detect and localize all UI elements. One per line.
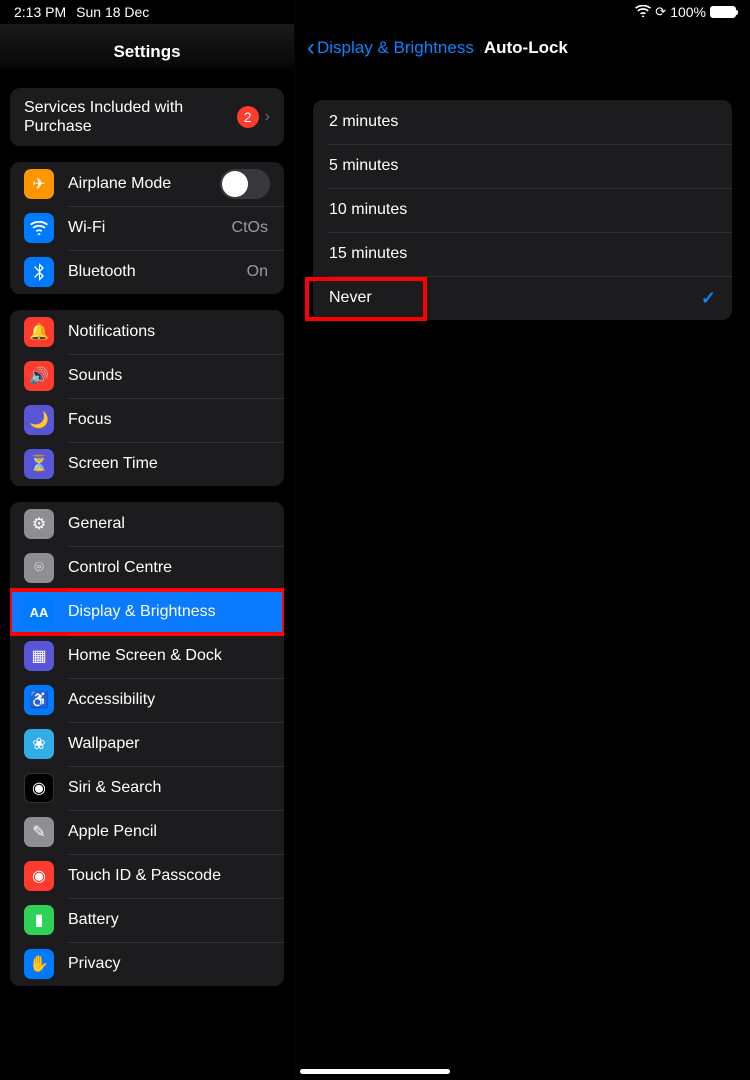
wifi-row[interactable]: Wi-Fi CtOs [10,206,284,250]
wifi-setting-icon [24,213,54,243]
back-label: Display & Brightness [317,38,474,58]
sidebar: Settings Services Included with Purchase… [0,0,295,1080]
option-5-minutes[interactable]: 5 minutes [313,144,732,188]
accessibility-row[interactable]: ♿ Accessibility [10,678,284,722]
pencil-label: Apple Pencil [68,823,270,841]
hourglass-icon: ⏳ [24,449,54,479]
battery-percent: 100% [670,4,706,20]
home-indicator[interactable] [300,1069,450,1074]
services-label: Services Included with Purchase [24,88,237,146]
sounds-row[interactable]: 🔊 Sounds [10,354,284,398]
back-button[interactable]: ‹ Display & Brightness [307,38,474,58]
wifi-value: CtOs [232,219,268,237]
bell-icon: 🔔 [24,317,54,347]
focus-label: Focus [68,411,270,429]
bluetooth-value: On [247,263,268,281]
grid-icon: ▦ [24,641,54,671]
siri-label: Siri & Search [68,779,270,797]
privacy-label: Privacy [68,955,270,973]
touch-id-row[interactable]: ◉ Touch ID & Passcode [10,854,284,898]
option-2-minutes[interactable]: 2 minutes [313,100,732,144]
bluetooth-row[interactable]: Bluetooth On [10,250,284,294]
airplane-icon: ✈ [24,169,54,199]
sounds-label: Sounds [68,367,270,385]
airplane-toggle[interactable] [220,169,270,199]
text-size-icon: AA [24,597,54,627]
bluetooth-icon [24,257,54,287]
screen-time-row[interactable]: ⏳ Screen Time [10,442,284,486]
apple-pencil-row[interactable]: ✎ Apple Pencil [10,810,284,854]
screen-time-label: Screen Time [68,455,270,473]
services-included-row[interactable]: Services Included with Purchase 2 › [10,88,284,146]
control-centre-label: Control Centre [68,559,270,577]
group-connectivity: ✈ Airplane Mode Wi-Fi CtOs Bluetooth On [10,162,284,294]
detail-header: ‹ Display & Brightness Auto-Lock [295,24,750,72]
detail-title: Auto-Lock [484,38,568,58]
option-never[interactable]: Never ✓ [313,276,732,320]
hand-icon: ✋ [24,949,54,979]
wallpaper-label: Wallpaper [68,735,270,753]
option-15-minutes[interactable]: 15 minutes [313,232,732,276]
notifications-row[interactable]: 🔔 Notifications [10,310,284,354]
option-label: 15 minutes [329,245,407,263]
battery-label: Battery [68,911,270,929]
fingerprint-icon: ◉ [24,861,54,891]
general-row[interactable]: ⚙ General [10,502,284,546]
sidebar-title: Settings [0,24,294,72]
control-centre-row[interactable]: ⌾ Control Centre [10,546,284,590]
option-label: 2 minutes [329,113,398,131]
services-badge: 2 [237,106,259,128]
status-bar: 2:13 PM Sun 18 Dec ⟳ 100% [0,0,750,24]
display-brightness-row[interactable]: AA Display & Brightness [10,590,284,634]
gear-icon: ⚙ [24,509,54,539]
switches-icon: ⌾ [24,553,54,583]
flower-icon: ❀ [24,729,54,759]
detail-pane: ‹ Display & Brightness Auto-Lock 2 minut… [295,0,750,1080]
option-10-minutes[interactable]: 10 minutes [313,188,732,232]
status-time: 2:13 PM [14,4,66,20]
privacy-row[interactable]: ✋ Privacy [10,942,284,986]
group-main: ⚙ General ⌾ Control Centre AA Display & … [10,502,284,986]
notifications-label: Notifications [68,323,270,341]
pencil-icon: ✎ [24,817,54,847]
auto-lock-options: 2 minutes 5 minutes 10 minutes 15 minute… [313,100,732,320]
focus-row[interactable]: 🌙 Focus [10,398,284,442]
option-label: Never [329,289,372,307]
option-label: 10 minutes [329,201,407,219]
group-top: Services Included with Purchase 2 › [10,88,284,146]
airplane-label: Airplane Mode [68,175,220,193]
bluetooth-label: Bluetooth [68,263,247,281]
accessibility-label: Accessibility [68,691,270,709]
speaker-icon: 🔊 [24,361,54,391]
battery-icon [710,6,736,18]
chevron-right-icon: › [265,108,270,126]
battery-row[interactable]: ▮ Battery [10,898,284,942]
checkmark-icon: ✓ [701,288,716,309]
general-label: General [68,515,270,533]
touchid-label: Touch ID & Passcode [68,867,270,885]
siri-row[interactable]: ◉ Siri & Search [10,766,284,810]
group-alerts: 🔔 Notifications 🔊 Sounds 🌙 Focus ⏳ Scree… [10,310,284,486]
wifi-label: Wi-Fi [68,219,232,237]
wallpaper-row[interactable]: ❀ Wallpaper [10,722,284,766]
battery-setting-icon: ▮ [24,905,54,935]
moon-icon: 🌙 [24,405,54,435]
airplane-mode-row[interactable]: ✈ Airplane Mode [10,162,284,206]
accessibility-icon: ♿ [24,685,54,715]
status-date: Sun 18 Dec [76,4,149,20]
home-screen-row[interactable]: ▦ Home Screen & Dock [10,634,284,678]
siri-icon: ◉ [24,773,54,803]
home-label: Home Screen & Dock [68,647,270,665]
display-label: Display & Brightness [68,603,270,621]
orientation-lock-icon: ⟳ [655,4,666,20]
option-label: 5 minutes [329,157,398,175]
wifi-icon [635,5,651,20]
